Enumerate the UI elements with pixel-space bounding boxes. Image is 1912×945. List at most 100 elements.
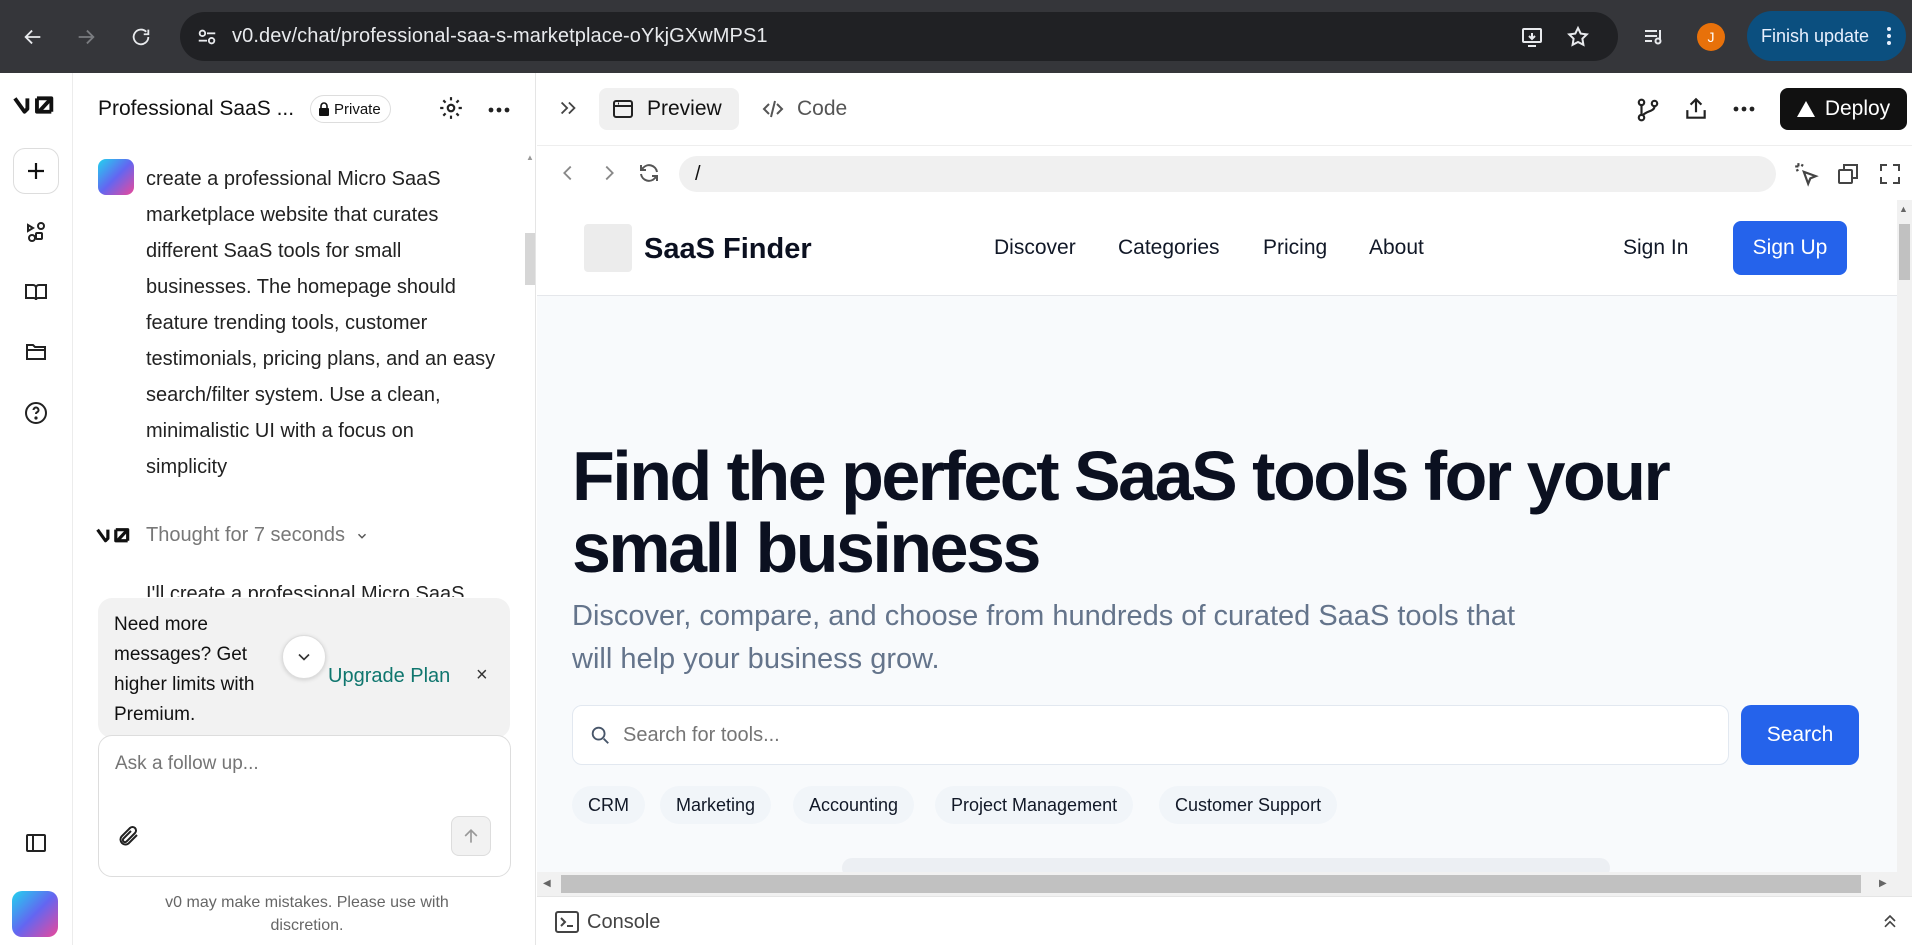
preview-horizontal-scrollbar[interactable]: ◀ ▶ xyxy=(537,872,1912,896)
help-icon[interactable] xyxy=(13,390,59,436)
paperclip-icon[interactable] xyxy=(117,824,141,848)
close-icon[interactable]: × xyxy=(476,664,488,687)
bookmark-star-icon[interactable] xyxy=(1566,25,1590,49)
address-bar[interactable]: v0.dev/chat/professional-saa-s-marketpla… xyxy=(180,12,1618,61)
send-button[interactable] xyxy=(451,816,491,856)
tool-search-input[interactable] xyxy=(623,715,1703,755)
private-label: Private xyxy=(334,100,381,118)
install-app-icon[interactable] xyxy=(1520,25,1544,49)
lock-icon xyxy=(318,102,330,116)
preview-window-icon xyxy=(611,97,635,121)
collapse-panel-icon[interactable] xyxy=(557,97,579,119)
preview-toolbar: Preview Code Deploy xyxy=(537,73,1912,146)
sign-in-link[interactable]: Sign In xyxy=(1623,236,1688,260)
tab-code[interactable]: Code xyxy=(761,97,847,121)
preview-vertical-scrollbar[interactable]: ▲ xyxy=(1897,200,1912,872)
site-settings-icon[interactable] xyxy=(196,26,218,48)
finish-update-button[interactable]: Finish update xyxy=(1747,11,1906,61)
expand-up-icon[interactable] xyxy=(1880,911,1900,931)
share-icon[interactable] xyxy=(1683,96,1709,122)
code-icon xyxy=(761,97,785,121)
user-avatar[interactable] xyxy=(12,891,58,937)
hero-title: Find the perfect SaaS tools for your sma… xyxy=(572,437,1671,587)
scroll-down-button[interactable] xyxy=(282,635,326,679)
thought-toggle[interactable]: Thought for 7 seconds xyxy=(146,524,369,547)
book-icon[interactable] xyxy=(13,269,59,315)
gear-icon[interactable] xyxy=(438,95,464,121)
profile-avatar[interactable]: J xyxy=(1697,23,1725,51)
upgrade-plan-link[interactable]: Upgrade Plan xyxy=(328,665,450,688)
forward-icon[interactable] xyxy=(69,20,103,54)
media-control-icon[interactable] xyxy=(1637,20,1671,54)
assistant-message: I'll create a professional Micro SaaS xyxy=(146,583,465,597)
browser-toolbar: v0.dev/chat/professional-saa-s-marketpla… xyxy=(0,0,1912,73)
nav-discover[interactable]: Discover xyxy=(994,236,1076,260)
preview-path-input[interactable]: / xyxy=(679,156,1776,192)
nav-categories[interactable]: Categories xyxy=(1118,236,1220,260)
brand-logo-image xyxy=(584,224,632,272)
content-card-edge xyxy=(842,858,1610,872)
chat-scrollbar-thumb[interactable] xyxy=(525,233,535,285)
preview-tab-label: Preview xyxy=(647,97,722,120)
community-icon[interactable] xyxy=(13,209,59,255)
open-new-window-icon[interactable] xyxy=(1836,162,1860,186)
folder-icon[interactable] xyxy=(13,329,59,375)
fullscreen-icon[interactable] xyxy=(1878,162,1902,186)
reload-icon[interactable] xyxy=(124,20,158,54)
site-header: SaaS Finder Discover Categories Pricing … xyxy=(537,200,1897,296)
more-actions-icon[interactable] xyxy=(1733,106,1755,112)
finish-update-label: Finish update xyxy=(1761,25,1870,46)
preview-back-icon[interactable] xyxy=(557,162,579,184)
new-chat-button[interactable] xyxy=(13,148,59,194)
thought-label: Thought for 7 seconds xyxy=(146,524,346,546)
sign-up-button[interactable]: Sign Up xyxy=(1733,221,1847,275)
user-message: create a professional Micro SaaS marketp… xyxy=(146,168,496,478)
nav-about[interactable]: About xyxy=(1369,236,1424,260)
sidebar-toggle-icon[interactable] xyxy=(13,820,59,866)
category-chip-accounting[interactable]: Accounting xyxy=(793,786,915,824)
git-branch-icon[interactable] xyxy=(1635,97,1661,123)
console-label: Console xyxy=(587,911,661,933)
hero-subtitle: Discover, compare, and choose from hundr… xyxy=(572,600,1516,675)
code-tab-label: Code xyxy=(797,97,848,120)
left-rail xyxy=(0,73,73,945)
category-chip-marketing[interactable]: Marketing xyxy=(660,786,772,824)
followup-composer xyxy=(98,735,511,877)
chat-title[interactable]: Professional SaaS ... xyxy=(98,97,294,121)
back-icon[interactable] xyxy=(16,20,50,54)
upgrade-text: Need more messages? Get higher limits wi… xyxy=(114,614,255,725)
user-message-avatar xyxy=(98,159,134,195)
deploy-label: Deploy xyxy=(1824,97,1891,120)
kebab-menu-icon xyxy=(1886,26,1892,46)
preview-forward-icon[interactable] xyxy=(598,162,620,184)
terminal-icon xyxy=(555,911,579,933)
preview-address-bar: / xyxy=(537,146,1912,200)
more-options-icon[interactable] xyxy=(488,107,510,113)
category-chip-customer-support[interactable]: Customer Support xyxy=(1159,786,1338,824)
tool-search-field xyxy=(572,705,1729,765)
deploy-button[interactable]: Deploy xyxy=(1780,88,1907,130)
preview-refresh-icon[interactable] xyxy=(637,161,661,185)
tab-preview[interactable]: Preview xyxy=(599,88,739,130)
console-bar[interactable]: Console xyxy=(537,896,1912,945)
search-button[interactable]: Search xyxy=(1741,705,1859,765)
disclaimer-text: v0 may make mistakes. Please use with di… xyxy=(165,894,449,934)
chat-panel: Professional SaaS ... Private create a p… xyxy=(74,73,536,945)
followup-input[interactable] xyxy=(115,750,485,778)
v0-logo[interactable] xyxy=(13,83,59,129)
private-badge[interactable]: Private xyxy=(310,95,391,123)
category-chip-project-management[interactable]: Project Management xyxy=(935,786,1134,824)
horizontal-scroll-thumb[interactable] xyxy=(561,875,1861,893)
chat-scrollbar[interactable]: ▲ xyxy=(525,153,535,593)
chevron-down-icon xyxy=(355,529,369,543)
triangle-icon xyxy=(1796,101,1815,117)
search-icon xyxy=(589,724,611,746)
url-text[interactable]: v0.dev/chat/professional-saa-s-marketpla… xyxy=(232,25,768,48)
preview-viewport: SaaS Finder Discover Categories Pricing … xyxy=(537,200,1897,872)
category-chip-crm[interactable]: CRM xyxy=(572,786,645,824)
brand-name[interactable]: SaaS Finder xyxy=(644,233,812,266)
nav-pricing[interactable]: Pricing xyxy=(1263,236,1327,260)
select-element-icon[interactable] xyxy=(1793,161,1819,187)
vertical-scroll-thumb[interactable] xyxy=(1899,224,1910,280)
v0-small-logo xyxy=(96,526,134,546)
